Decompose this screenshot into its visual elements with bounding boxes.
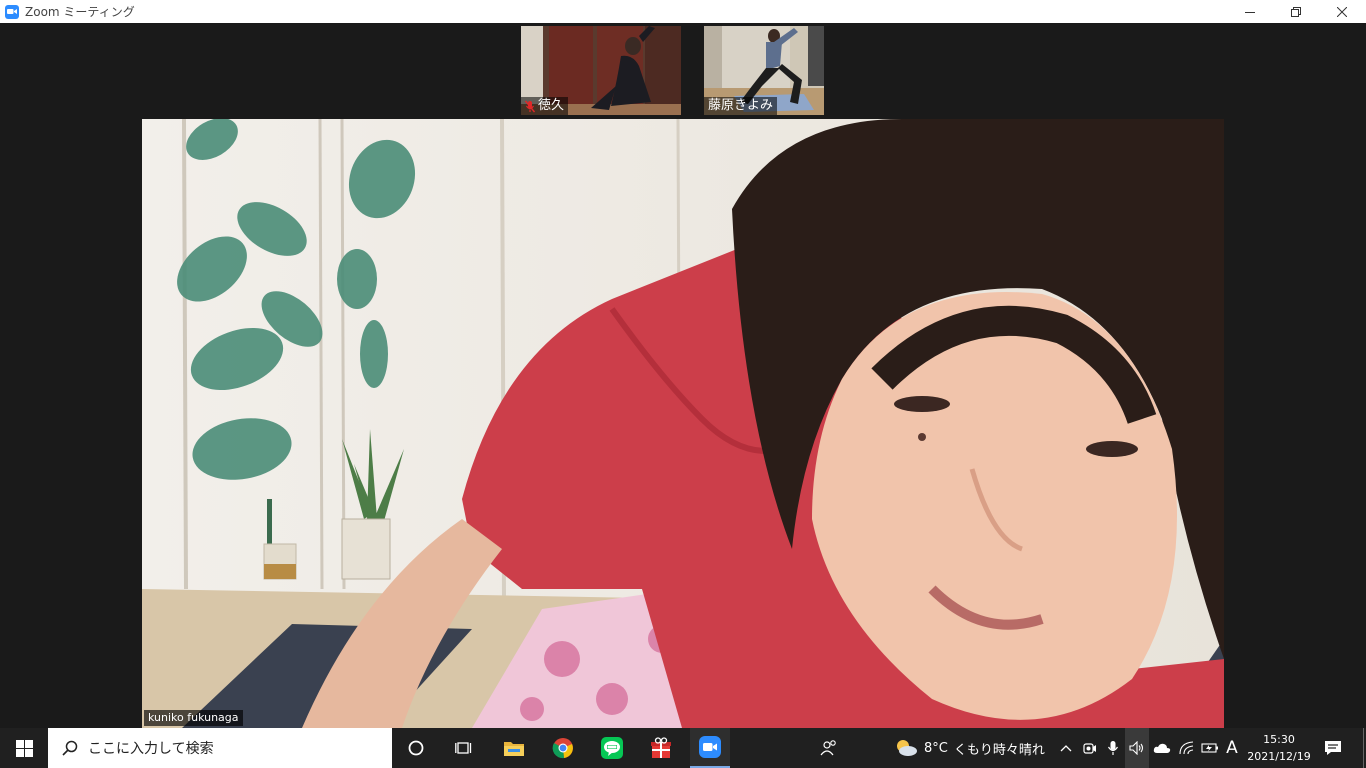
gift-app-icon — [651, 737, 671, 758]
show-desktop-button[interactable] — [1360, 728, 1366, 768]
windows-logo-icon — [15, 739, 33, 757]
partly-cloudy-icon — [897, 740, 917, 756]
participant-name-tag: 徳久 — [521, 97, 569, 115]
notification-icon — [1325, 741, 1341, 755]
action-center-button[interactable] — [1318, 728, 1348, 768]
meeting-stage: 徳久 藤原きよみ kuniko fukunaga — [0, 23, 1366, 728]
taskbar-search-box[interactable]: ここに入力して検索 — [48, 728, 392, 768]
line-button[interactable] — [592, 728, 632, 768]
battery-button[interactable] — [1198, 728, 1222, 768]
network-button[interactable] — [1175, 728, 1199, 768]
active-speaker-video[interactable]: kuniko fukunaga — [142, 119, 1224, 728]
zoom-button[interactable] — [690, 728, 730, 768]
microphone-icon — [1107, 741, 1119, 755]
participant-thumbnail-strip: 徳久 藤原きよみ — [516, 23, 846, 118]
file-explorer-icon — [504, 742, 524, 756]
onedrive-button[interactable] — [1150, 728, 1174, 768]
ime-mode-indicator: A — [1226, 738, 1238, 758]
restore-button[interactable] — [1273, 0, 1319, 23]
title-bar: Zoom ミーティング — [0, 0, 1366, 23]
camera-tray-button[interactable] — [1079, 728, 1101, 768]
show-hidden-icons-button[interactable] — [1055, 728, 1077, 768]
search-placeholder: ここに入力して検索 — [88, 741, 214, 757]
weather-temp: 8°C — [924, 740, 948, 756]
close-button[interactable] — [1319, 0, 1365, 23]
weather-condition: くもり時々晴れ — [953, 742, 1045, 758]
speaker-name-tag: kuniko fukunaga — [144, 710, 243, 726]
speaker-video-feed — [142, 119, 1224, 728]
people-button[interactable] — [812, 728, 846, 768]
muted-mic-icon — [525, 100, 535, 112]
window-title: Zoom ミーティング — [25, 5, 135, 19]
people-icon — [820, 740, 836, 756]
wifi-icon — [1179, 741, 1194, 755]
weather-widget[interactable]: 8°C くもり時々晴れ — [894, 728, 1054, 768]
battery-charging-icon — [1201, 743, 1218, 753]
line-icon — [601, 737, 623, 759]
microphone-tray-button[interactable] — [1102, 728, 1124, 768]
participant-thumbnail[interactable]: 藤原きよみ — [704, 26, 824, 115]
cortana-button[interactable] — [396, 728, 436, 768]
chevron-up-icon — [1060, 745, 1072, 752]
zoom-icon — [699, 736, 721, 758]
chrome-icon — [552, 738, 573, 759]
minimize-button[interactable] — [1227, 0, 1273, 23]
search-icon — [62, 740, 78, 756]
volume-button[interactable] — [1125, 728, 1149, 768]
zoom-app-icon — [5, 4, 19, 19]
clock-time: 15:30 — [1263, 733, 1295, 746]
file-explorer-button[interactable] — [494, 728, 534, 768]
start-button[interactable] — [0, 728, 48, 768]
taskbar: ここに入力して検索 8°C くもり時々晴れ A 15:30 2021/12/19 — [0, 728, 1366, 768]
volume-icon — [1129, 741, 1144, 755]
participant-name: 徳久 — [538, 98, 565, 113]
participant-name: 藤原きよみ — [708, 98, 774, 113]
camera-in-use-icon — [1083, 743, 1096, 754]
task-view-icon — [455, 742, 472, 754]
cortana-icon — [408, 740, 424, 756]
gift-app-button[interactable] — [641, 728, 681, 768]
onedrive-cloud-icon — [1153, 743, 1171, 753]
participant-thumbnail[interactable]: 徳久 — [521, 26, 681, 115]
clock-date: 2021/12/19 — [1247, 750, 1311, 763]
clock-button[interactable]: 15:30 2021/12/19 — [1243, 728, 1315, 768]
chrome-button[interactable] — [543, 728, 583, 768]
participant-name-tag: 藤原きよみ — [704, 97, 778, 115]
task-view-button[interactable] — [444, 728, 484, 768]
ime-mode-button[interactable]: A — [1222, 728, 1242, 768]
